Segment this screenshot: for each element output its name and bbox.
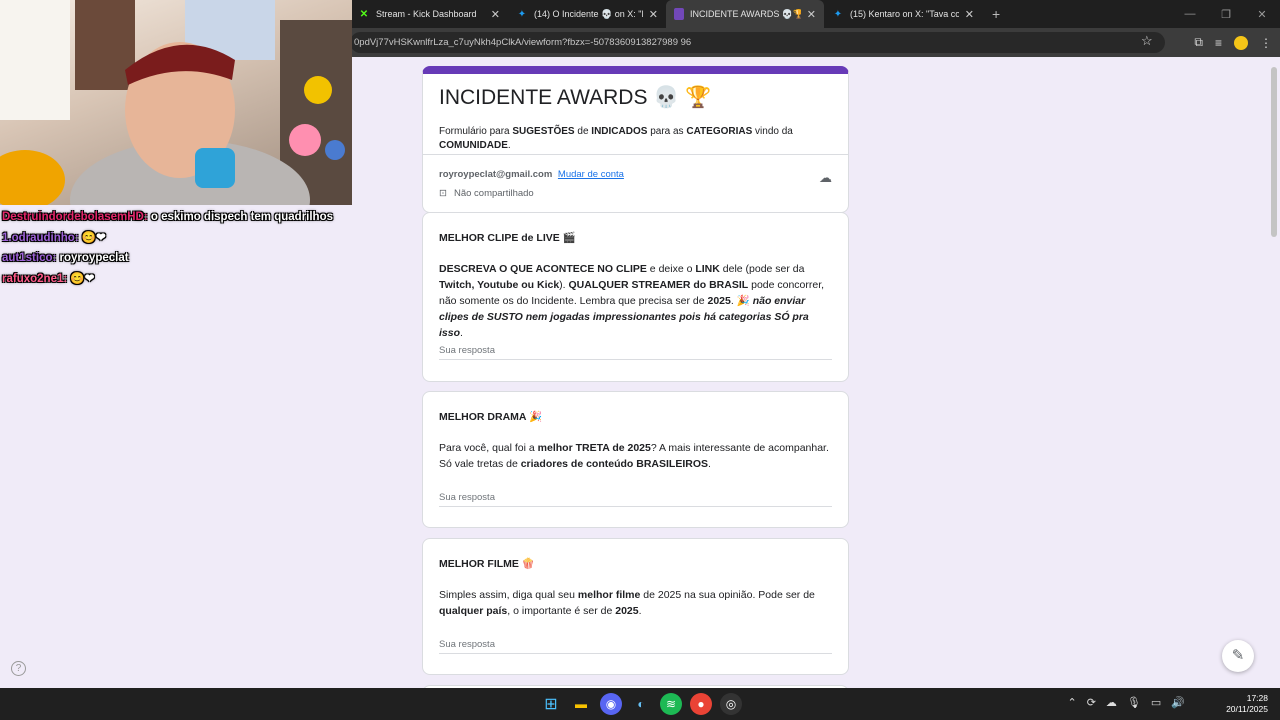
cloud-saved-icon: ☁ (819, 170, 832, 185)
question-description: DESCREVA O QUE ACONTECE NO CLIPE e deixe… (439, 263, 825, 339)
toolbar-icons: ⧉ ≡ ⋮ (1194, 28, 1272, 57)
kick-icon: ✕ (359, 8, 369, 20)
file-explorer-icon[interactable]: ▬ (570, 693, 592, 715)
webcam-overlay (0, 0, 352, 205)
chat-message: 1.odraudinho: 😊❤ (2, 231, 106, 244)
help-icon[interactable]: ? (11, 661, 26, 676)
taskbar-clock[interactable]: 17:28 20/11/2025 (1226, 693, 1268, 715)
volume-icon[interactable]: 🔊 (1171, 696, 1185, 709)
switch-account-link[interactable]: Mudar de conta (558, 169, 624, 180)
obs-icon[interactable]: ◎ (720, 693, 742, 715)
tab-kick-dashboard[interactable]: ✕ Stream - Kick Dashboard ✕ (350, 0, 508, 28)
display-icon[interactable]: ▭ (1151, 696, 1161, 709)
form-description: Formulário para SUGESTÕES de INDICADOS p… (439, 126, 793, 151)
new-tab-button[interactable]: + (982, 6, 1010, 22)
form-header-card: INCIDENTE AWARDS 💀 🏆 Formulário para SUG… (422, 66, 849, 213)
menu-icon[interactable]: ⋮ (1260, 36, 1272, 50)
question-card-clipe: MELHOR CLIPE de LIVE 🎬 DESCREVA O QUE AC… (422, 212, 849, 382)
account-info: royroypeclat@gmail.com Mudar de conta (439, 169, 624, 180)
account-email: royroypeclat@gmail.com (439, 169, 553, 180)
steam-icon[interactable]: ◐ (630, 693, 652, 715)
close-tab-icon[interactable]: ✕ (491, 8, 500, 21)
tab-x-incidente[interactable]: ✦ (14) O Incidente 💀 on X: "RESU ✕ (508, 0, 666, 28)
media-control-icon[interactable]: ≡ (1215, 36, 1222, 50)
chat-message: rafuxo2ne1: 😊❤ (2, 272, 95, 285)
discord-icon[interactable]: ◉ (600, 693, 622, 715)
question-card-filme: MELHOR FILME 🍿 Simples assim, diga qual … (422, 538, 849, 675)
microphone-icon[interactable]: 🎙 (1127, 696, 1141, 709)
question-title: MELHOR FILME 🍿 (439, 558, 535, 570)
chevron-up-icon[interactable]: ⌃ (1067, 696, 1076, 709)
address-bar[interactable]: 0pdVj77vHSKwnlfrLza_c7uyNkh4pClkA/viewfo… (350, 32, 1165, 53)
question-title: MELHOR CLIPE de LIVE 🎬 (439, 232, 576, 244)
close-tab-icon[interactable]: ✕ (965, 8, 974, 21)
tab-incidente-awards[interactable]: INCIDENTE AWARDS 💀🏆 ✕ (666, 0, 824, 28)
taskbar-apps: ⊞ ▬ ◉ ◐ ≋ ● ◎ (540, 693, 742, 715)
window-controls: — ❐ ✕ (1172, 0, 1280, 28)
question-title: MELHOR DRAMA 🎉 (439, 411, 543, 423)
x-twitter-icon: ✦ (517, 8, 527, 20)
question-description: Simples assim, diga qual seu melhor film… (439, 589, 815, 617)
screen: ✕ Stream - Kick Dashboard ✕ ✦ (14) O Inc… (0, 0, 1280, 720)
minimize-icon[interactable]: — (1172, 8, 1208, 20)
system-tray: ⌃ ⟳ ☁ 🎙 ▭ 🔊 (1067, 696, 1185, 709)
profile-avatar[interactable] (1234, 35, 1248, 50)
spotify-icon[interactable]: ≋ (660, 693, 682, 715)
close-tab-icon[interactable]: ✕ (649, 8, 658, 21)
not-shared-status: ⊡ Não compartilhado (439, 188, 534, 199)
tab-x-kentaro[interactable]: ✦ (15) Kentaro on X: "Tava cozinh ✕ (824, 0, 982, 28)
form-title: INCIDENTE AWARDS 💀 🏆 (439, 86, 712, 109)
chat-message: DestruindordebolasemHD: o eskimo dispech… (2, 211, 334, 223)
chrome-icon[interactable]: ● (690, 693, 712, 715)
maximize-icon[interactable]: ❐ (1208, 8, 1244, 21)
not-shared-icon: ⊡ (439, 188, 447, 199)
x-twitter-icon: ✦ (833, 8, 843, 20)
webcam-image (0, 0, 352, 205)
windows-start-icon[interactable]: ⊞ (540, 693, 562, 715)
chat-message: aut1stico: royroypeclat (2, 252, 129, 264)
bookmark-star-icon[interactable]: ☆ (1141, 33, 1153, 49)
answer-input-drama[interactable]: Sua resposta (439, 492, 832, 507)
sync-icon[interactable]: ⟳ (1087, 696, 1096, 709)
scrollbar[interactable] (1271, 67, 1277, 237)
extensions-icon[interactable]: ⧉ (1194, 35, 1203, 50)
answer-input-filme[interactable]: Sua resposta (439, 639, 832, 654)
cloud-icon[interactable]: ☁ (1106, 696, 1117, 709)
answer-input-clipe[interactable]: Sua resposta (439, 345, 832, 360)
close-tab-icon[interactable]: ✕ (807, 8, 816, 21)
question-card-drama: MELHOR DRAMA 🎉 Para você, qual foi a mel… (422, 391, 849, 528)
windows-taskbar: ⊞ ▬ ◉ ◐ ≋ ● ◎ ⌃ ⟳ ☁ 🎙 ▭ 🔊 17:28 20/11/20… (0, 688, 1280, 720)
close-window-icon[interactable]: ✕ (1244, 8, 1280, 21)
forms-icon (674, 8, 684, 20)
divider (423, 154, 848, 155)
question-description: Para você, qual foi a melhor TRETA de 20… (439, 442, 829, 470)
edit-pencil-icon[interactable]: ✎ (1222, 640, 1254, 672)
stream-chat-overlay: DestruindordebolasemHD: o eskimo dispech… (2, 207, 333, 289)
